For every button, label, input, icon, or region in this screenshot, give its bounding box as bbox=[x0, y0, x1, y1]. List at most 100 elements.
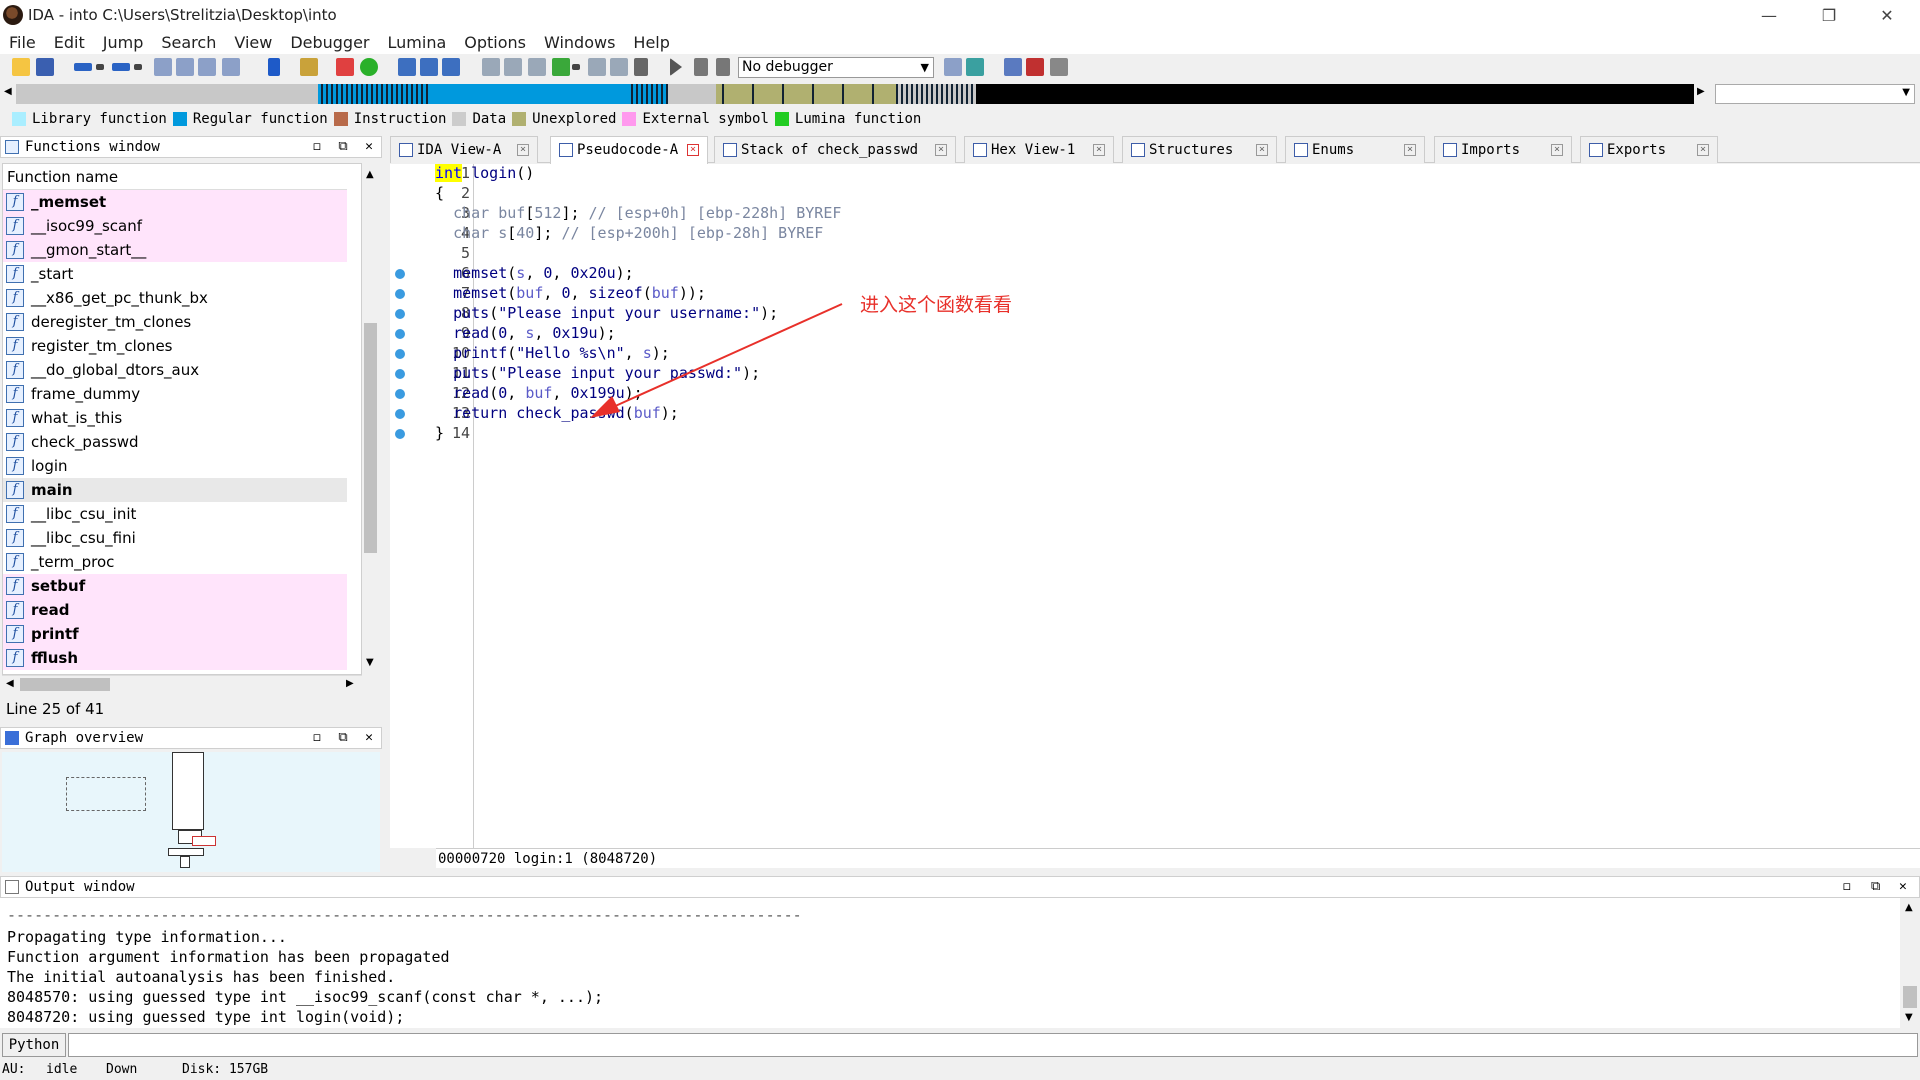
function-row[interactable]: f _start bbox=[3, 262, 347, 286]
function-row[interactable]: f what_is_this bbox=[3, 406, 347, 430]
function-row[interactable]: f frame_dummy bbox=[3, 382, 347, 406]
navigation-band[interactable] bbox=[16, 84, 1694, 104]
panel-minimize-icon[interactable]: ◻ bbox=[307, 728, 327, 748]
scroll-left-icon[interactable]: ◀ bbox=[6, 678, 14, 689]
tool-icon-1[interactable] bbox=[588, 58, 606, 76]
tab-close-icon[interactable]: × bbox=[1093, 144, 1105, 156]
menu-windows[interactable]: Windows bbox=[535, 33, 624, 52]
function-row[interactable]: f setbuf bbox=[3, 574, 347, 598]
python-button[interactable]: Python bbox=[2, 1033, 66, 1057]
graph-icon-3[interactable] bbox=[528, 58, 546, 76]
hex-view-icon[interactable] bbox=[420, 58, 438, 76]
scroll-down-icon[interactable]: ▼ bbox=[366, 657, 374, 668]
tab-stack-of-check-passwd[interactable]: Stack of check_passwd × bbox=[714, 136, 956, 163]
function-row[interactable]: f _term_proc bbox=[3, 550, 347, 574]
command-input[interactable] bbox=[68, 1033, 1918, 1057]
restore-button[interactable]: ❐ bbox=[1800, 0, 1858, 30]
forward-arrow-icon[interactable] bbox=[112, 63, 130, 71]
graph-icon-2[interactable] bbox=[504, 58, 522, 76]
panel-float-icon[interactable]: ⧉ bbox=[333, 137, 353, 157]
function-row[interactable]: f __libc_csu_fini bbox=[3, 526, 347, 550]
function-row[interactable]: f register_tm_clones bbox=[3, 334, 347, 358]
add-dropdown-icon[interactable] bbox=[572, 64, 580, 70]
function-row[interactable]: f fflush bbox=[3, 646, 347, 670]
scroll-right-icon[interactable]: ▶ bbox=[346, 678, 354, 689]
segment-dropdown[interactable]: ▼ bbox=[1715, 84, 1915, 104]
search-text-icon[interactable] bbox=[176, 58, 194, 76]
function-row[interactable]: f check_passwd bbox=[3, 430, 347, 454]
scroll-up-icon[interactable]: ▲ bbox=[1905, 902, 1913, 913]
graph-viewport-rect[interactable] bbox=[66, 777, 146, 811]
menu-edit[interactable]: Edit bbox=[45, 33, 94, 52]
menu-search[interactable]: Search bbox=[152, 33, 225, 52]
function-row[interactable]: f __gmon_start__ bbox=[3, 238, 347, 262]
breakpoint-list-icon[interactable] bbox=[1004, 58, 1022, 76]
debug-refresh-icon[interactable] bbox=[966, 58, 984, 76]
column-header-function-name[interactable]: Function name bbox=[3, 164, 347, 190]
panel-minimize-icon[interactable]: ◻ bbox=[1843, 877, 1851, 897]
nav-left-arrow-icon[interactable]: ◀ bbox=[4, 86, 12, 97]
tab-enums[interactable]: Enums × bbox=[1285, 136, 1425, 163]
panel-float-icon[interactable]: ⧉ bbox=[1871, 877, 1880, 897]
green-circle-icon[interactable] bbox=[360, 58, 378, 76]
tab-close-icon[interactable]: × bbox=[687, 144, 699, 156]
function-row[interactable]: f main bbox=[3, 478, 347, 502]
function-row[interactable]: f read bbox=[3, 598, 347, 622]
function-row[interactable]: f login bbox=[3, 454, 347, 478]
function-row[interactable]: f deregister_tm_clones bbox=[3, 310, 347, 334]
open-icon[interactable] bbox=[12, 58, 30, 76]
menu-jump[interactable]: Jump bbox=[94, 33, 153, 52]
tab-imports[interactable]: Imports × bbox=[1434, 136, 1572, 163]
function-row[interactable]: f __x86_get_pc_thunk_bx bbox=[3, 286, 347, 310]
patch-icon[interactable] bbox=[300, 58, 318, 76]
tab-close-icon[interactable]: × bbox=[935, 144, 947, 156]
add-icon[interactable] bbox=[552, 58, 570, 76]
tab-exports[interactable]: Exports × bbox=[1580, 136, 1718, 163]
scroll-up-icon[interactable]: ▲ bbox=[366, 169, 374, 180]
panel-close-icon[interactable]: ✕ bbox=[359, 728, 379, 748]
tab-close-icon[interactable]: × bbox=[517, 144, 529, 156]
graph-icon-1[interactable] bbox=[482, 58, 500, 76]
minimize-button[interactable]: — bbox=[1740, 0, 1798, 30]
save-icon[interactable] bbox=[36, 58, 54, 76]
search-next-icon[interactable] bbox=[222, 58, 240, 76]
debugger-select[interactable]: No debugger ▼ bbox=[738, 57, 934, 78]
functions-vertical-scrollbar[interactable]: ▲ ▼ bbox=[362, 163, 379, 675]
close-button[interactable]: ✕ bbox=[1858, 0, 1916, 30]
tab-structures[interactable]: Structures × bbox=[1122, 136, 1277, 163]
scroll-thumb[interactable] bbox=[20, 678, 110, 691]
search-immediate-icon[interactable] bbox=[198, 58, 216, 76]
debug-attach-icon[interactable] bbox=[944, 58, 962, 76]
menu-view[interactable]: View bbox=[225, 33, 281, 52]
panel-close-icon[interactable]: ✕ bbox=[1899, 877, 1907, 897]
tab-hex-view-1[interactable]: Hex View-1 × bbox=[964, 136, 1114, 163]
function-row[interactable]: f _memset bbox=[3, 190, 347, 214]
tab-close-icon[interactable]: × bbox=[1256, 144, 1268, 156]
functions-horizontal-scrollbar[interactable]: ◀ ▶ bbox=[2, 675, 362, 692]
tab-close-icon[interactable]: × bbox=[1697, 144, 1709, 156]
function-row[interactable]: f printf bbox=[3, 622, 347, 646]
pseudocode-view[interactable]: 1 2 3 4 5 6 7 8 9 10 11 12 13 14 int login() { char b… bbox=[390, 164, 1920, 868]
structures-icon[interactable] bbox=[442, 58, 460, 76]
ida-view-icon[interactable] bbox=[398, 58, 416, 76]
function-row[interactable]: f __do_global_dtors_aux bbox=[3, 358, 347, 382]
stop-icon[interactable] bbox=[716, 58, 730, 76]
jump-down-icon[interactable] bbox=[268, 58, 280, 76]
output-log[interactable]: ----------------------------------------… bbox=[0, 898, 1900, 1028]
menu-file[interactable]: File bbox=[0, 33, 45, 52]
function-row[interactable]: f __isoc99_scanf bbox=[3, 214, 347, 238]
pause-icon[interactable] bbox=[694, 58, 708, 76]
tab-ida-view-a[interactable]: IDA View-A × bbox=[390, 136, 538, 163]
text-icon[interactable] bbox=[336, 58, 354, 76]
panel-minimize-icon[interactable]: ◻ bbox=[307, 137, 327, 157]
add-breakpoint-icon[interactable] bbox=[1026, 58, 1044, 76]
menu-lumina[interactable]: Lumina bbox=[379, 33, 456, 52]
tab-close-icon[interactable]: × bbox=[1404, 144, 1416, 156]
output-scrollbar[interactable]: ▲ ▼ bbox=[1900, 898, 1920, 1028]
tab-close-icon[interactable]: × bbox=[1551, 144, 1563, 156]
play-icon[interactable] bbox=[670, 58, 682, 76]
back-dropdown-icon[interactable] bbox=[96, 64, 104, 70]
graph-overview-canvas[interactable] bbox=[2, 752, 380, 872]
scroll-thumb[interactable] bbox=[364, 323, 377, 553]
menu-debugger[interactable]: Debugger bbox=[281, 33, 378, 52]
